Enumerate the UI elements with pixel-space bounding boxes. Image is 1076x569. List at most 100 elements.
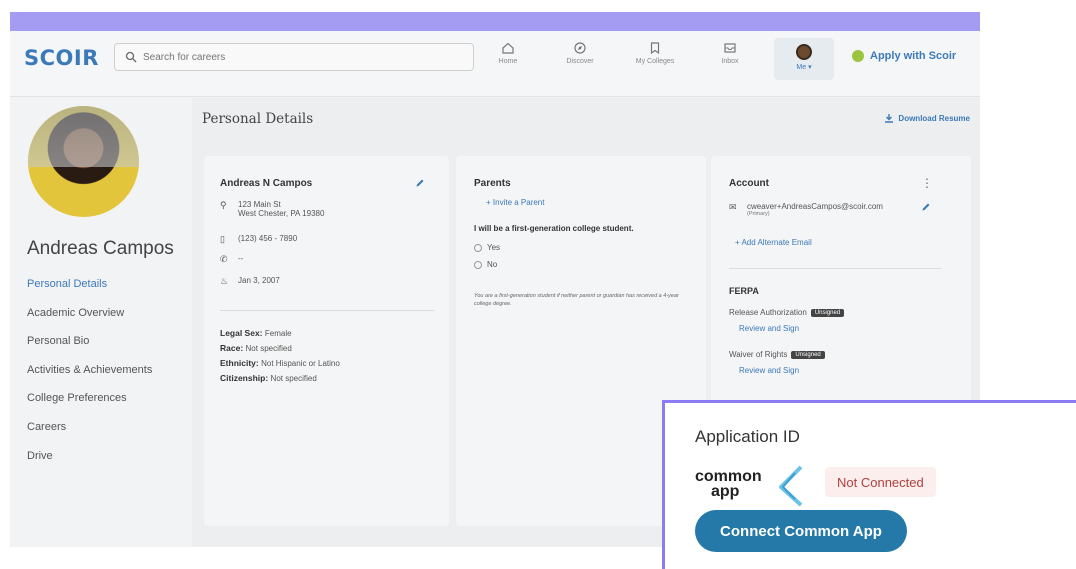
account-title: Account xyxy=(729,178,769,189)
common-app-swoosh-icon xyxy=(779,465,803,507)
sidebar-item-college-preferences[interactable]: College Preferences xyxy=(27,392,152,421)
profile-card: Andreas N Campos ⚲ 123 Main St West Ches… xyxy=(204,156,449,526)
first-gen-note: You are a first-generation student if ne… xyxy=(474,293,679,307)
sidebar-item-careers[interactable]: Careers xyxy=(27,421,152,450)
birthday-value: Jan 3, 2007 xyxy=(238,276,280,285)
radio-no[interactable]: No xyxy=(474,260,497,269)
unsigned-badge: Unsigned xyxy=(810,308,845,317)
apply-with-scoir-link[interactable]: Apply with Scoir xyxy=(852,50,956,62)
waiver-label: Waiver of Rights xyxy=(729,350,788,359)
cake-icon: ♨ xyxy=(220,276,229,286)
email-row: ✉ cweaver+AndreasCampos@scoir.com (Prima… xyxy=(729,202,883,217)
ferpa-title: FERPA xyxy=(729,286,759,296)
location-pin-icon: ⚲ xyxy=(220,200,227,210)
search-input[interactable] xyxy=(143,51,463,63)
citizenship-value: Not specified xyxy=(270,374,317,383)
nav-inbox[interactable]: Inbox xyxy=(700,41,760,65)
review-sign-release-link[interactable]: Review and Sign xyxy=(739,324,799,333)
release-label: Release Authorization xyxy=(729,308,807,317)
download-resume-link[interactable]: Download Resume xyxy=(884,113,970,123)
common-app-logo-line2: app xyxy=(711,483,740,500)
application-id-panel: Application ID common app Not Connected … xyxy=(662,400,1076,569)
sidebar-item-personal-bio[interactable]: Personal Bio xyxy=(27,335,152,364)
nav-home[interactable]: Home xyxy=(478,41,538,65)
download-icon xyxy=(885,114,894,123)
compass-icon xyxy=(574,42,586,54)
radio-no-label: No xyxy=(487,260,498,269)
student-name: Andreas Campos xyxy=(27,238,174,259)
nav-me-label: Me ▾ xyxy=(796,64,812,71)
sidebar-menu: Personal Details Academic Overview Perso… xyxy=(27,278,152,478)
ethnicity-label: Ethnicity: xyxy=(220,358,259,368)
address-line2: West Chester, PA 19380 xyxy=(238,209,325,218)
edit-pencil-icon[interactable] xyxy=(415,178,425,188)
mail-icon: ✉ xyxy=(729,202,737,212)
radio-circle-icon xyxy=(474,243,482,252)
primary-tag: (Primary) xyxy=(747,211,770,217)
legal-sex-label: Legal Sex: xyxy=(220,328,263,338)
sidebar-item-activities[interactable]: Activities & Achievements xyxy=(27,364,152,393)
more-options-icon[interactable]: ⋮ xyxy=(921,176,933,190)
card-divider xyxy=(220,310,434,311)
email-value: cweaver+AndreasCampos@scoir.com xyxy=(747,202,883,211)
release-authorization: Release Authorization Unsigned xyxy=(729,308,845,317)
full-name: Andreas N Campos xyxy=(220,178,313,189)
nav-my-colleges[interactable]: My Colleges xyxy=(625,41,685,65)
invite-parent-link[interactable]: + Invite a Parent xyxy=(486,198,544,207)
avatar-small xyxy=(796,44,812,60)
scoir-badge-icon xyxy=(852,50,864,62)
demographics: Legal Sex: Female Race: Not specified Et… xyxy=(220,326,340,386)
other-phone-value: -- xyxy=(238,254,244,263)
review-sign-waiver-link[interactable]: Review and Sign xyxy=(739,366,799,375)
nav-home-label: Home xyxy=(498,58,518,65)
home-icon xyxy=(502,42,514,54)
citizenship-label: Citizenship: xyxy=(220,373,269,383)
sidebar-item-drive[interactable]: Drive xyxy=(27,450,152,479)
first-gen-question: I will be a first-generation college stu… xyxy=(474,224,634,233)
nav-inbox-label: Inbox xyxy=(721,58,739,65)
top-accent-bar xyxy=(10,12,980,31)
add-alternate-email-link[interactable]: + Add Alternate Email xyxy=(735,238,812,247)
nav-my-colleges-label: My Colleges xyxy=(635,58,675,65)
race-label: Race: xyxy=(220,343,244,353)
other-phone-row: ✆ -- xyxy=(220,254,243,265)
birthday-row: ♨ Jan 3, 2007 xyxy=(220,276,280,287)
sidebar-item-academic-overview[interactable]: Academic Overview xyxy=(27,307,152,336)
legal-sex-value: Female xyxy=(264,329,292,338)
scoir-logo[interactable]: SCOIR xyxy=(24,46,99,70)
download-label: Download Resume xyxy=(898,113,970,123)
profile-photo xyxy=(28,106,139,217)
address-row: ⚲ 123 Main St West Chester, PA 19380 xyxy=(220,200,324,218)
common-app-logo: common app xyxy=(695,465,805,509)
parents-title: Parents xyxy=(474,178,511,189)
common-app-logo-line1: common xyxy=(695,468,762,485)
sidebar-item-personal-details[interactable]: Personal Details xyxy=(27,278,152,307)
address-line1: 123 Main St xyxy=(238,200,281,209)
race-value: Not specified xyxy=(245,344,292,353)
radio-yes[interactable]: Yes xyxy=(474,243,500,252)
application-id-title: Application ID xyxy=(695,427,800,446)
mobile-phone-icon: ▯ xyxy=(220,234,225,244)
nav-discover[interactable]: Discover xyxy=(550,41,610,65)
phone-value: (123) 456 - 7890 xyxy=(238,234,298,243)
search-icon xyxy=(125,51,137,63)
unsigned-badge: Unsigned xyxy=(791,350,825,359)
card-divider xyxy=(729,268,941,269)
nav-me[interactable]: Me ▾ xyxy=(774,38,834,80)
connection-status-badge: Not Connected xyxy=(825,467,936,497)
top-nav: SCOIR Home Discover My Colleges Inbox Me… xyxy=(10,31,980,97)
connect-common-app-button[interactable]: Connect Common App xyxy=(695,510,907,552)
radio-yes-label: Yes xyxy=(487,243,501,252)
page-title: Personal Details xyxy=(202,111,314,127)
waiver-of-rights: Waiver of Rights Unsigned xyxy=(729,350,825,359)
radio-circle-icon xyxy=(474,260,482,269)
edit-pencil-icon[interactable] xyxy=(921,202,931,212)
ethnicity-value: Not Hispanic or Latino xyxy=(261,359,340,368)
bookmark-icon xyxy=(650,42,660,55)
inbox-icon xyxy=(724,43,736,53)
search-bar[interactable] xyxy=(114,43,474,71)
sidebar: Andreas Campos Personal Details Academic… xyxy=(10,98,183,547)
phone-row: ▯ (123) 456 - 7890 xyxy=(220,234,297,245)
phone-icon: ✆ xyxy=(220,254,228,264)
nav-discover-label: Discover xyxy=(566,58,594,65)
